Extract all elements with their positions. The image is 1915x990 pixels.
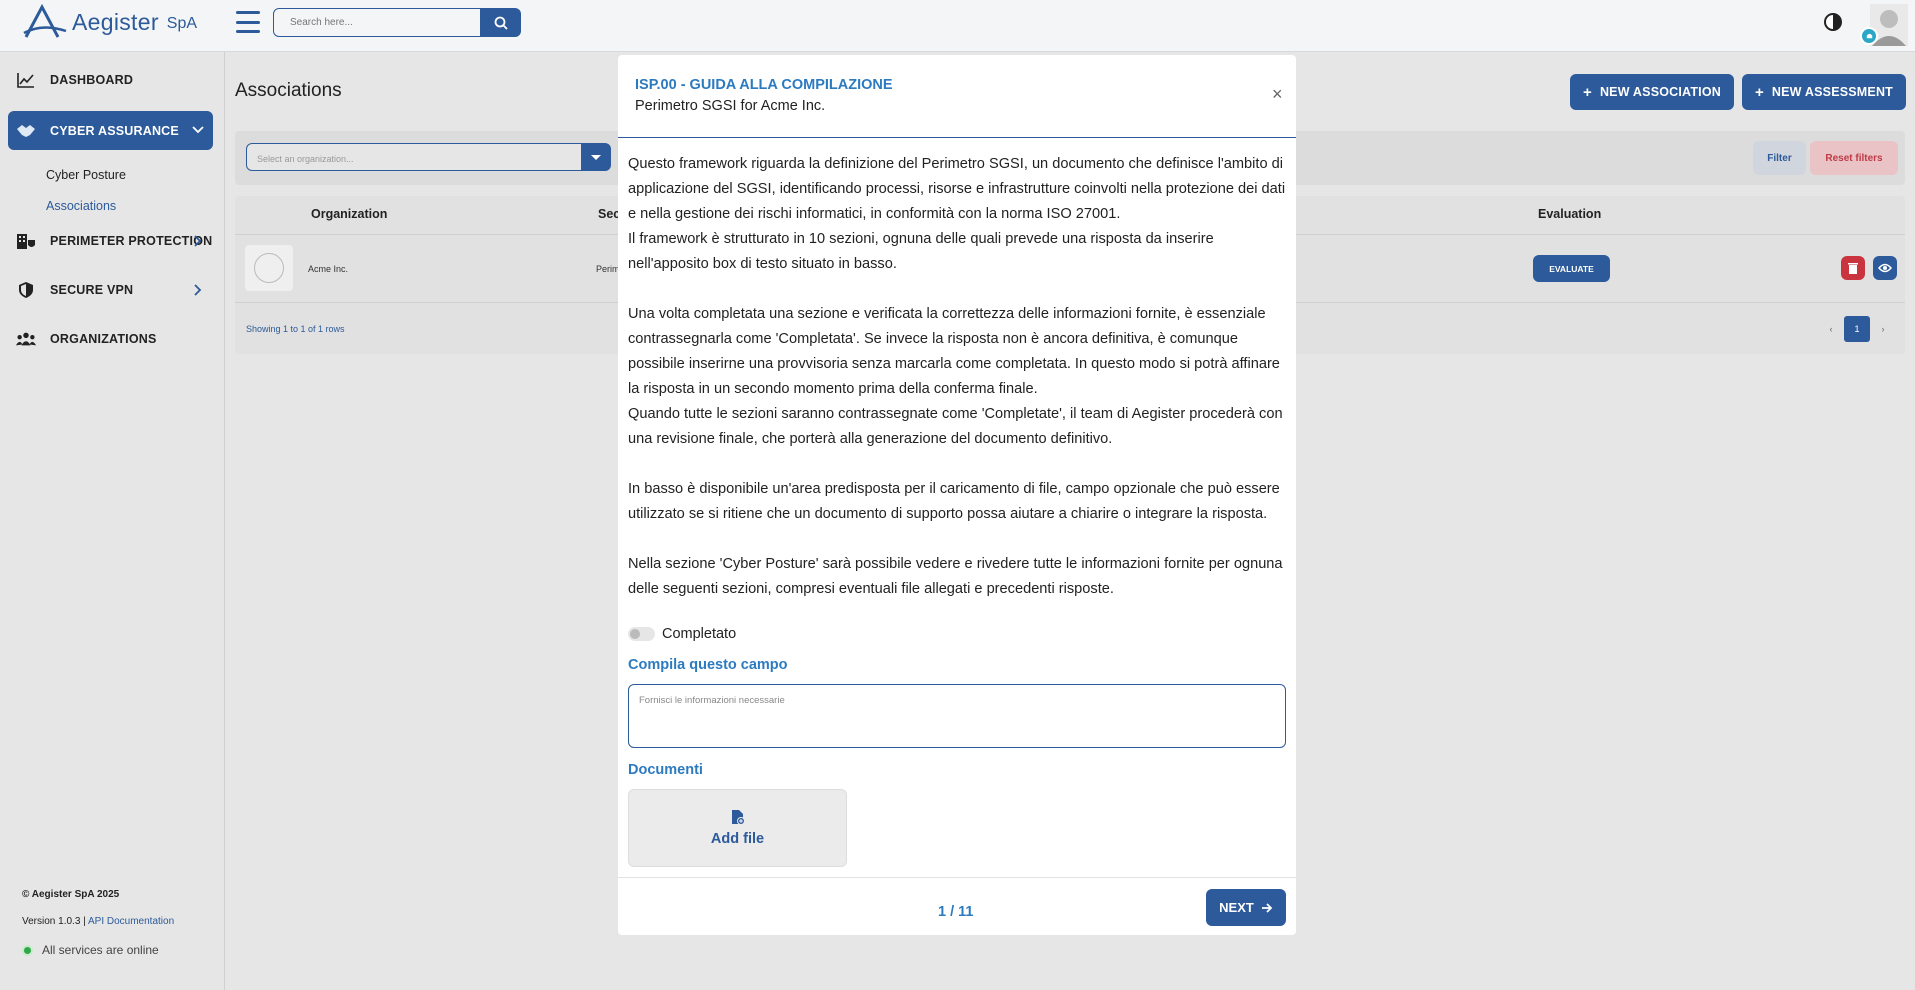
modal-header: ISP.00 - GUIDA ALLA COMPILAZIONE Perimet… [618, 55, 1296, 138]
file-dropzone[interactable]: Add file [628, 789, 847, 867]
modal-footer: 1 / 11 NEXT [618, 877, 1296, 935]
documents-label: Documenti [628, 762, 703, 778]
guide-modal: ISP.00 - GUIDA ALLA COMPILAZIONE Perimet… [618, 55, 1296, 935]
modal-subtitle: Perimetro SGSI for Acme Inc. [635, 98, 826, 114]
modal-body: Questo framework riguarda la definizione… [628, 152, 1288, 602]
next-button[interactable]: NEXT [1206, 889, 1286, 926]
page-counter: 1 / 11 [938, 904, 974, 920]
completed-label: Completato [662, 626, 737, 642]
next-label: NEXT [1219, 900, 1254, 915]
guide-paragraph: Nella sezione 'Cyber Posture' sarà possi… [628, 556, 1283, 597]
guide-paragraph: Il framework è strutturato in 10 sezioni… [628, 231, 1214, 272]
guide-paragraph: Quando tutte le sezioni saranno contrass… [628, 406, 1283, 447]
completed-toggle-row: Completato [628, 626, 736, 642]
answer-field-label: Compila questo campo [628, 657, 788, 673]
guide-paragraph: Una volta completata una sezione e verif… [628, 306, 1280, 397]
modal-title: ISP.00 - GUIDA ALLA COMPILAZIONE [635, 77, 893, 93]
arrow-right-icon [1261, 902, 1273, 913]
answer-textarea[interactable]: Fornisci le informazioni necessarie [628, 684, 1286, 748]
guide-paragraph: In basso è disponibile un'area predispos… [628, 481, 1280, 522]
file-add-icon [731, 810, 745, 825]
completed-toggle[interactable] [628, 627, 655, 641]
add-file-label: Add file [710, 831, 765, 847]
guide-paragraph: Questo framework riguarda la definizione… [628, 156, 1286, 222]
close-icon[interactable]: × [1272, 85, 1283, 103]
